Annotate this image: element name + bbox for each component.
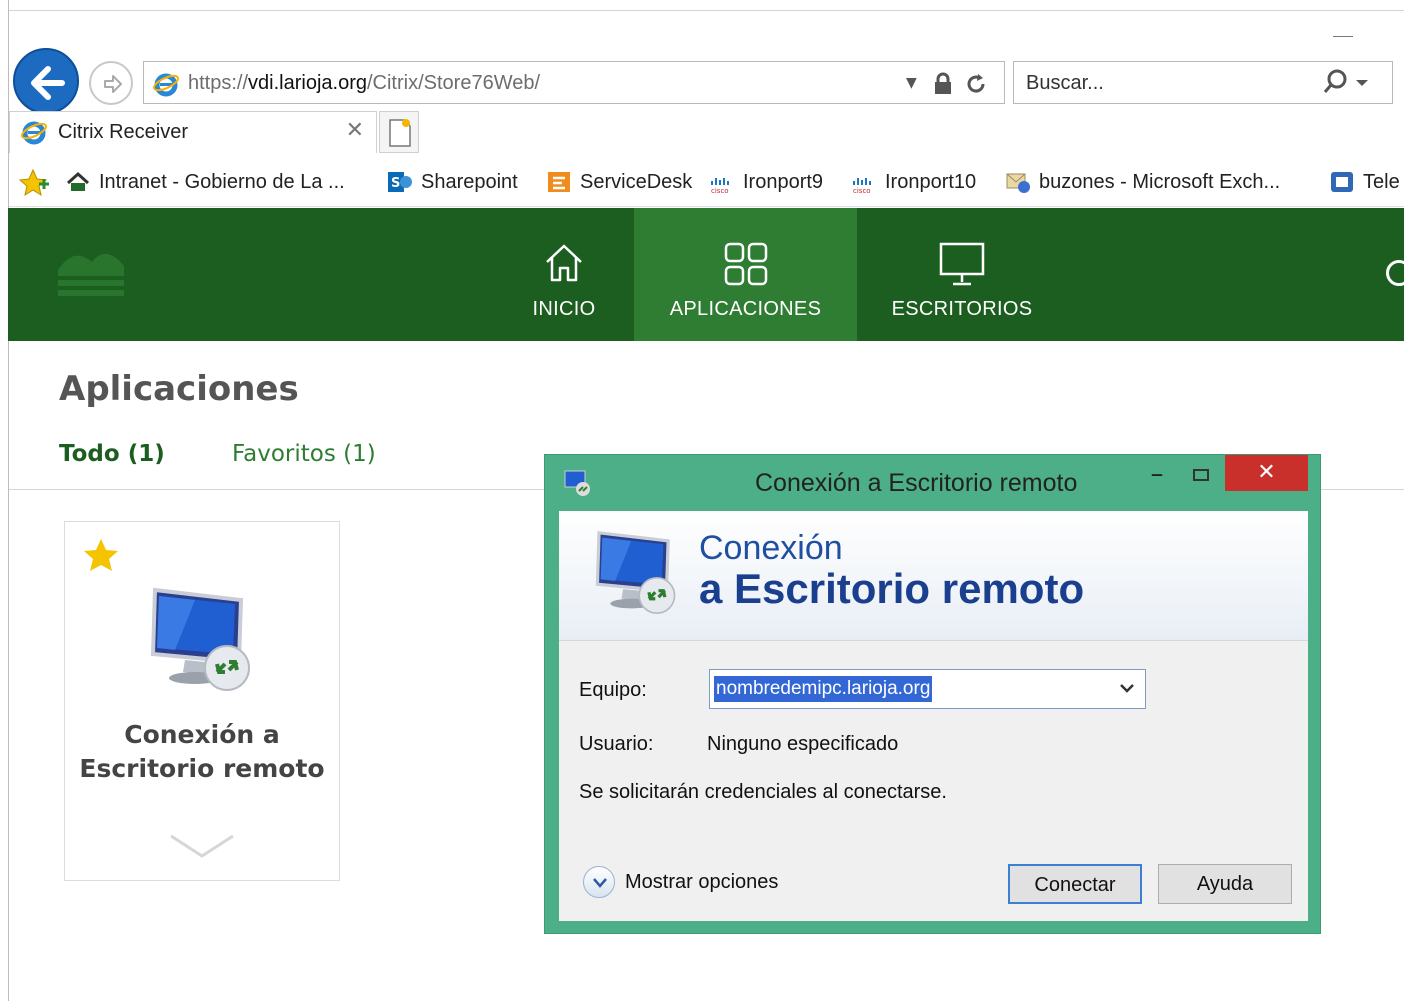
tele-icon <box>1331 172 1353 192</box>
new-tab-button[interactable] <box>379 111 419 153</box>
expand-circle-icon[interactable] <box>583 866 615 898</box>
citrix-header: INICIO APLICACIONES ESCRITORIOS <box>8 208 1404 341</box>
favorite-item-ironport10[interactable]: cisco Ironport10 <box>851 167 976 197</box>
chevron-down-icon[interactable] <box>1117 678 1137 698</box>
favorite-item-buzones[interactable]: buzones - Microsoft Exch... <box>1005 167 1280 197</box>
tab-favoritos[interactable]: Favoritos (1) <box>232 441 376 467</box>
search-box[interactable]: Buscar... <box>1013 61 1393 104</box>
rdp-dialog: Conexión a Escritorio remoto – ✕ Conexió… <box>544 454 1321 934</box>
nav-inicio[interactable]: INICIO <box>508 208 620 341</box>
computer-combobox[interactable]: nombredemipc.larioja.org <box>709 669 1146 709</box>
cisco-icon: cisco <box>711 178 729 195</box>
app-card-title: Conexión a Escritorio remoto <box>79 720 325 783</box>
chevron-down-icon <box>593 878 607 888</box>
home-icon <box>546 244 582 282</box>
favorite-star-icon[interactable] <box>83 538 119 572</box>
dialog-minimize-button[interactable]: – <box>1145 459 1169 489</box>
page-title: Aplicaciones <box>59 369 299 409</box>
exchange-icon <box>1006 173 1030 193</box>
intranet-icon <box>66 171 90 191</box>
favorite-item-tele[interactable]: Tele <box>1329 167 1400 197</box>
remote-desktop-icon <box>150 587 250 691</box>
dialog-heading-line1: Conexión <box>699 529 843 567</box>
computer-value[interactable]: nombredemipc.larioja.org <box>714 676 933 702</box>
dialog-title: Conexión a Escritorio remoto <box>755 469 1078 497</box>
address-bar[interactable]: https://vdi.larioja.org/Citrix/Store76We… <box>143 61 1005 104</box>
favorites-star-icon[interactable] <box>19 168 51 198</box>
close-tab-icon[interactable]: ✕ <box>346 118 364 143</box>
arrow-left-icon <box>31 66 65 100</box>
dialog-heading-line2: a Escritorio remoto <box>699 565 1085 612</box>
header-search-icon[interactable] <box>1386 260 1404 286</box>
connect-button[interactable]: Conectar <box>1008 864 1142 904</box>
svg-text:S: S <box>391 176 400 191</box>
forward-button[interactable] <box>89 61 133 105</box>
help-button[interactable]: Ayuda <box>1158 864 1292 904</box>
browser-chrome: https://vdi.larioja.org/Citrix/Store76We… <box>8 0 1404 208</box>
servicedesk-icon <box>548 172 570 192</box>
remote-desktop-icon <box>595 531 676 614</box>
favorite-item-servicedesk[interactable]: ServiceDesk <box>546 167 692 197</box>
computer-label: Equipo: <box>579 679 647 701</box>
cisco-icon: cisco <box>853 178 871 195</box>
dialog-banner: Conexión a Escritorio remoto <box>559 511 1308 641</box>
credentials-note: Se solicitarán credenciales al conectars… <box>579 781 947 803</box>
tab-title: Citrix Receiver <box>58 121 189 143</box>
tab-citrix-receiver[interactable]: Citrix Receiver ✕ <box>9 111 377 153</box>
back-button[interactable] <box>13 48 79 114</box>
gobierno-logo <box>54 242 304 312</box>
favorite-item-ironport9[interactable]: cisco Ironport9 <box>709 167 823 197</box>
favorites-bar: Intranet - Gobierno de La ... S Sharepoi… <box>9 155 1404 207</box>
rdp-app-icon <box>564 470 590 496</box>
monitor-icon <box>939 242 985 286</box>
refresh-icon[interactable] <box>964 72 988 96</box>
user-value: Ninguno especificado <box>707 733 899 755</box>
nav-escritorios-label: ESCRITORIOS <box>891 298 1033 320</box>
sharepoint-icon: S <box>388 172 412 192</box>
dialog-titlebar[interactable]: Conexión a Escritorio remoto – ✕ <box>545 455 1320 511</box>
dropdown-arrow-icon[interactable]: ▼ <box>906 75 917 91</box>
show-options-toggle[interactable]: Mostrar opciones <box>583 866 778 898</box>
search-icon[interactable] <box>1322 68 1372 98</box>
lock-icon[interactable] <box>932 72 954 96</box>
show-options-label: Mostrar opciones <box>625 870 779 893</box>
dialog-body: Conexión a Escritorio remoto Equipo: nom… <box>559 511 1308 921</box>
nav-aplicaciones-label: APLICACIONES <box>669 298 822 320</box>
window-top-border <box>9 10 1404 11</box>
nav-inicio-label: INICIO <box>532 298 596 320</box>
new-tab-icon <box>389 119 411 147</box>
address-tools: ▼ <box>906 70 996 98</box>
apps-grid-icon <box>724 242 767 286</box>
dialog-maximize-button[interactable] <box>1193 469 1209 481</box>
gobierno-logo-icon <box>58 253 124 296</box>
chevron-down-icon[interactable] <box>169 832 235 860</box>
arrow-right-icon <box>104 75 122 93</box>
app-card-remote-desktop[interactable]: Conexión a Escritorio remoto <box>64 521 340 881</box>
svg-text:cisco: cisco <box>853 187 871 195</box>
tab-todo[interactable]: Todo (1) <box>59 441 165 467</box>
dialog-close-button[interactable]: ✕ <box>1225 455 1308 491</box>
favorite-item-intranet[interactable]: Intranet - Gobierno de La ... <box>65 167 345 197</box>
user-label: Usuario: <box>579 733 654 755</box>
url-text[interactable]: https://vdi.larioja.org/Citrix/Store76We… <box>188 72 540 95</box>
nav-escritorios[interactable]: ESCRITORIOS <box>880 208 1044 341</box>
search-placeholder: Buscar... <box>1026 72 1104 94</box>
favorite-item-sharepoint[interactable]: S Sharepoint <box>387 167 518 197</box>
svg-text:cisco: cisco <box>711 187 729 195</box>
ie-logo-icon <box>21 121 47 145</box>
ie-logo-icon <box>153 73 179 97</box>
nav-aplicaciones[interactable]: APLICACIONES <box>634 208 857 341</box>
window-minimize-button[interactable] <box>1333 36 1353 37</box>
